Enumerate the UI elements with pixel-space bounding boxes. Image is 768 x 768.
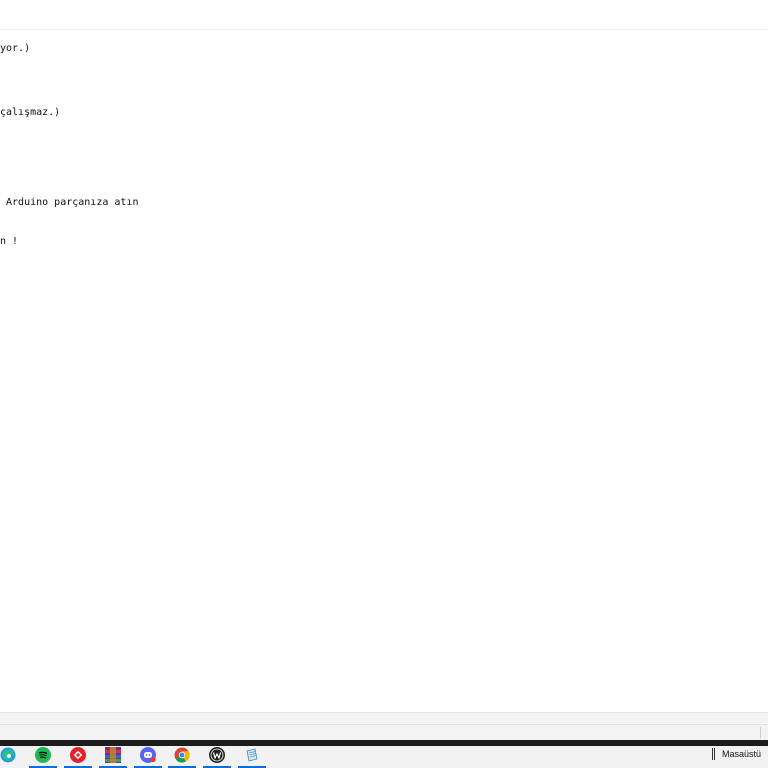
notepad-icon bbox=[244, 747, 260, 763]
taskbar-winrar-button[interactable] bbox=[99, 746, 127, 768]
status-bar bbox=[0, 724, 768, 741]
editor-line-3: Arduino parçanıza atın bbox=[0, 197, 139, 208]
status-separator bbox=[760, 727, 761, 739]
taskbar-notepad-button[interactable] bbox=[238, 746, 266, 768]
editor-window: yor.) çalışmaz.) Arduino parçanıza atın … bbox=[0, 0, 768, 741]
editor-line-1: yor.) bbox=[0, 43, 31, 54]
taskbar-chrome-button[interactable] bbox=[168, 746, 196, 768]
taskbar-spotify-button[interactable] bbox=[29, 746, 57, 768]
editor-line-2: çalışmaz.) bbox=[0, 107, 61, 118]
taskbar-discord-button[interactable] bbox=[134, 746, 162, 768]
menu-bar bbox=[0, 0, 768, 30]
discord-icon bbox=[140, 747, 156, 763]
horizontal-scrollbar[interactable] bbox=[0, 712, 768, 724]
taskbar-w-app-button[interactable] bbox=[203, 746, 231, 768]
edge-icon bbox=[0, 747, 16, 763]
show-desktop-divider bbox=[714, 748, 715, 760]
spotify-icon bbox=[35, 747, 51, 763]
taskbar-anydesk-button[interactable] bbox=[64, 746, 92, 768]
show-desktop-divider bbox=[712, 748, 713, 760]
desktop-toolbar-label[interactable]: Masaüstü bbox=[722, 748, 761, 760]
winrar-icon bbox=[105, 747, 121, 763]
anydesk-icon bbox=[70, 747, 86, 763]
text-editor-area[interactable]: yor.) çalışmaz.) Arduino parçanıza atın … bbox=[0, 30, 768, 712]
w-app-icon bbox=[209, 747, 225, 763]
chrome-icon bbox=[174, 747, 190, 763]
taskbar-edge-button[interactable] bbox=[0, 746, 22, 768]
editor-line-4: n ! bbox=[0, 236, 19, 247]
taskbar: Masaüstü bbox=[0, 746, 768, 768]
